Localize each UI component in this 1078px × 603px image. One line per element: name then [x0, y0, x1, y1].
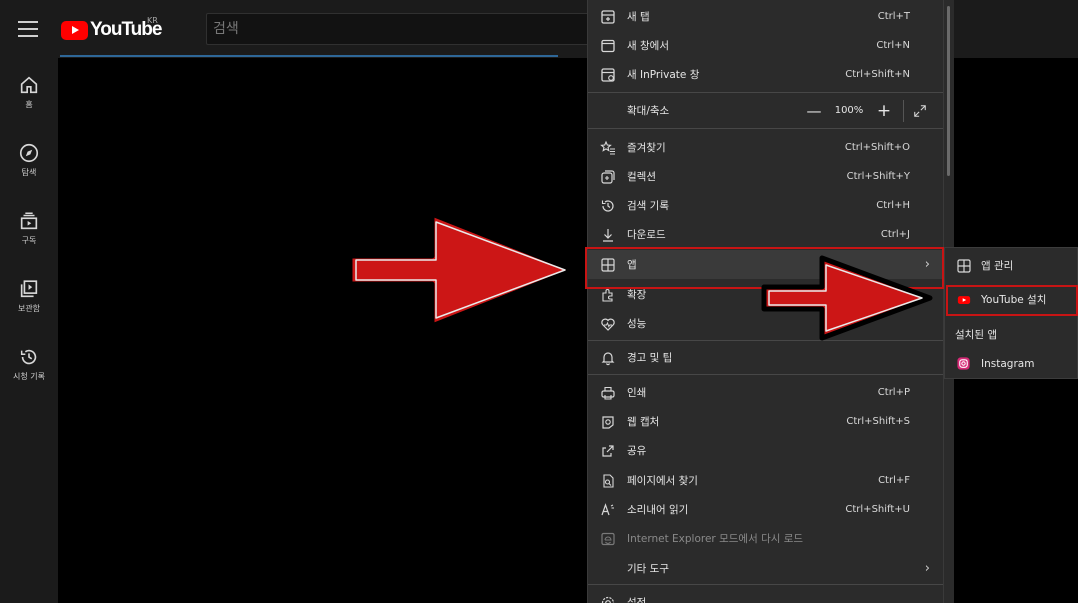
- annotation-arrows: [347, 211, 933, 341]
- red-arrow-right: [761, 255, 933, 341]
